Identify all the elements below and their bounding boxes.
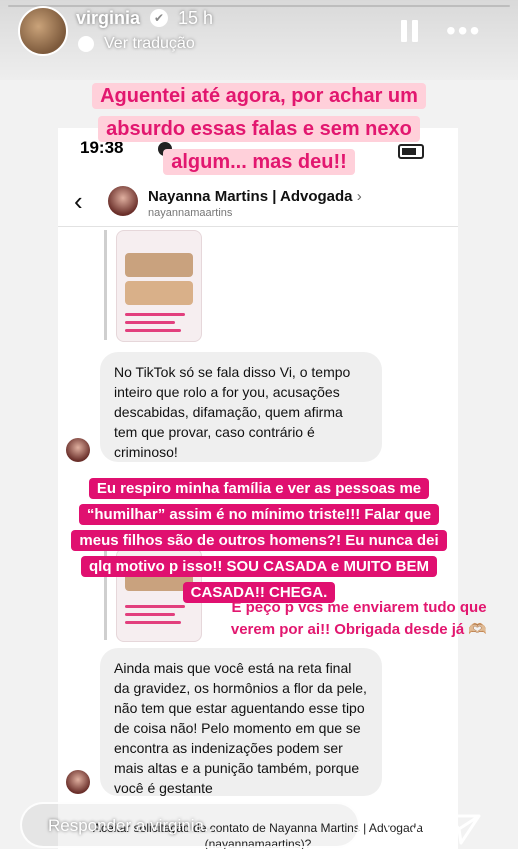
caption-line: E peço p vcs me enviarem tudo que <box>231 599 487 616</box>
thumbnail-line <box>125 321 175 324</box>
top-caption: Aguentei até agora, por achar um absurdo… <box>0 80 518 179</box>
message-bubble: No TikTok só se fala disso Vi, o tempo i… <box>100 352 382 462</box>
profile-avatar[interactable] <box>18 6 68 56</box>
heart-icon[interactable] <box>384 812 420 846</box>
translate-link[interactable]: Ver tradução <box>104 35 195 53</box>
back-arrow-icon: ‹ <box>74 186 83 216</box>
caption-line: qlq motivo p isso!! SOU CASADA e MUITO B… <box>80 556 437 577</box>
caption-line: algum... mas deu!! <box>163 149 355 175</box>
caption-line: Aguentei até agora, por achar um <box>92 83 426 109</box>
story-frame: virginia ✔ 15 h Ver tradução ••• 19:38 ‹… <box>0 0 518 849</box>
sender-avatar <box>66 770 90 794</box>
shared-story-thumbnail <box>116 230 202 342</box>
globe-icon <box>78 36 94 52</box>
thumbnail-line <box>125 313 185 316</box>
thumbnail-line <box>125 329 181 332</box>
caption-line: “humilhar” assim é no mínimo triste!!! F… <box>78 504 440 525</box>
story-progress-bar <box>8 5 510 7</box>
chat-name: Nayanna Martins | Advogada › <box>148 188 362 205</box>
reply-bar <box>104 230 107 340</box>
post-time: 15 h <box>178 8 214 28</box>
chevron-right-icon: › <box>356 188 362 205</box>
pause-icon-left-bar <box>401 20 407 42</box>
chat-handle: nayannamaartins <box>148 207 233 219</box>
caption-line: absurdo essas falas e sem nexo <box>98 116 420 142</box>
username[interactable]: virginia <box>76 8 140 29</box>
more-options-icon[interactable]: ••• <box>446 17 481 45</box>
sender-avatar <box>66 438 90 462</box>
thumbnail-photo <box>125 281 193 305</box>
thumbnail-photo <box>125 253 193 277</box>
thumbnail-line <box>125 621 181 624</box>
caption-line: verem por ai!! Obrigada desde já 🫶🏼 <box>230 621 488 638</box>
middle-caption: Eu respiro minha família e ver as pessoa… <box>0 476 518 606</box>
send-icon[interactable] <box>446 812 482 846</box>
message-bubble: Ainda mais que você está na reta final d… <box>100 648 382 796</box>
thumbnail-line <box>125 613 175 616</box>
caption-line: meus filhos são de outros homens?! Eu nu… <box>71 530 447 551</box>
pause-button[interactable] <box>401 20 419 42</box>
verified-badge-icon: ✔ <box>150 9 168 27</box>
request-caption: E peço p vcs me enviarem tudo que verem … <box>200 597 518 641</box>
reply-input[interactable]: Responder a virginia... <box>20 802 360 848</box>
caption-line: Eu respiro minha família e ver as pessoa… <box>88 478 430 499</box>
reply-placeholder: Responder a virginia... <box>48 816 219 835</box>
pause-icon-right-bar <box>412 20 418 42</box>
chat-name-text: Nayanna Martins | Advogada <box>148 188 353 205</box>
chat-avatar <box>108 186 138 216</box>
header-divider <box>58 226 458 227</box>
